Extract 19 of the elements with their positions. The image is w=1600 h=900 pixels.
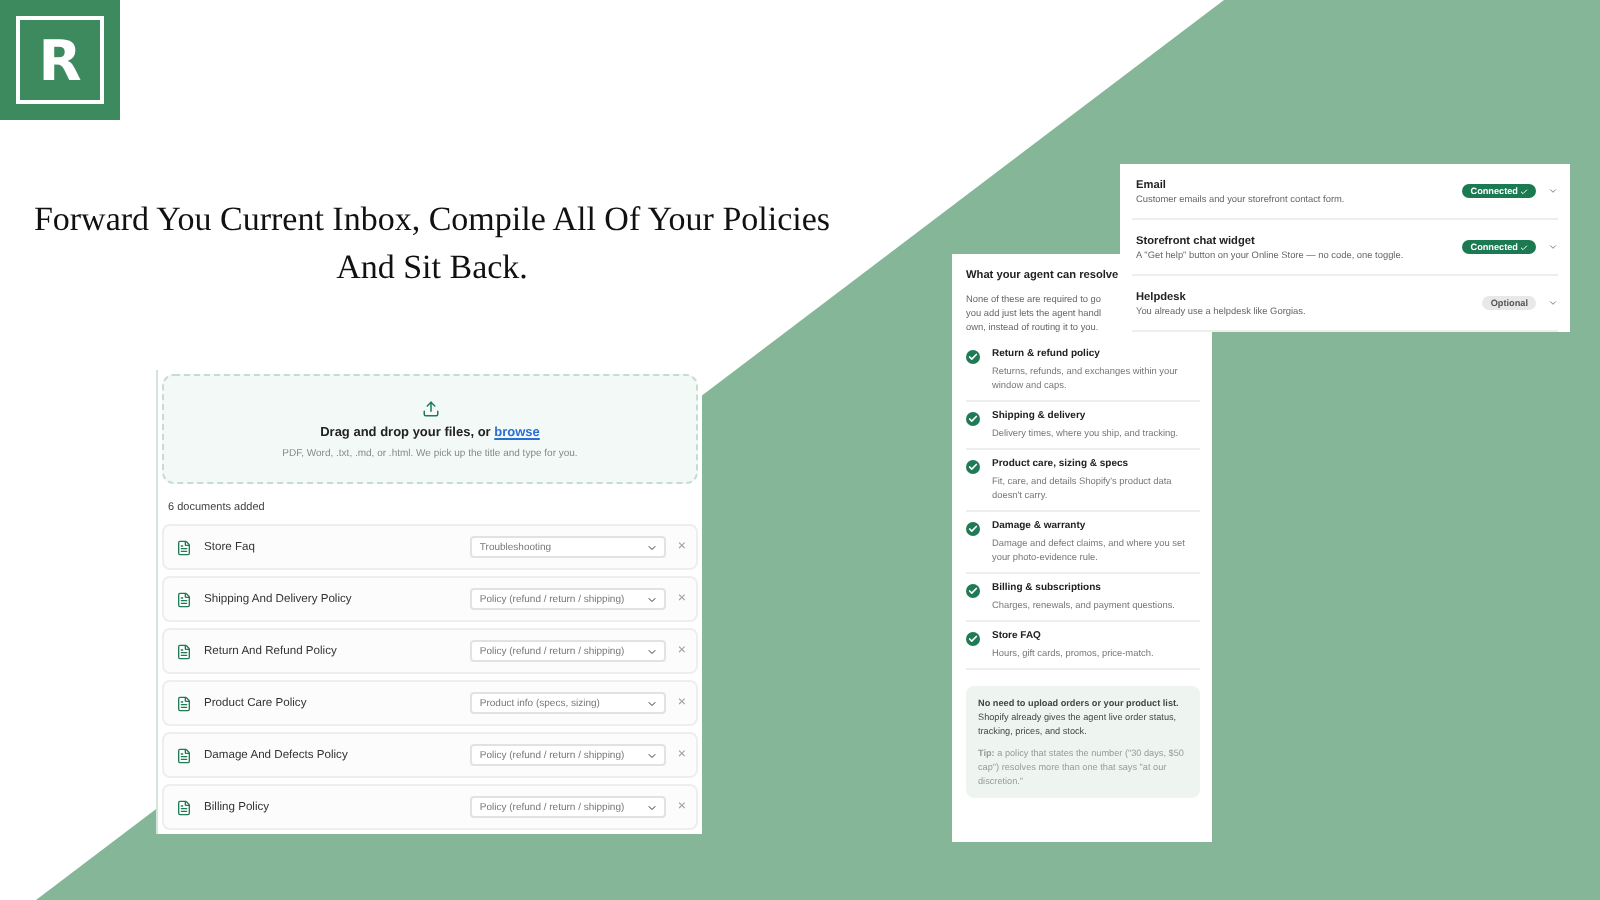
logo: R bbox=[0, 0, 120, 120]
chevron-icon bbox=[645, 593, 658, 605]
chevron-icon bbox=[645, 801, 658, 813]
document-icon bbox=[176, 695, 192, 711]
chevron-icon bbox=[645, 749, 658, 761]
document-icon bbox=[176, 643, 192, 659]
document-icon bbox=[176, 747, 192, 763]
headline: Forward You Current Inbox, Compile All Of Your Policies bbox=[33, 200, 831, 240]
upload-icon bbox=[421, 399, 439, 417]
headline: And Sit Back. bbox=[336, 248, 528, 288]
chevron-icon bbox=[645, 541, 658, 553]
chevron-icon[interactable] bbox=[1548, 242, 1558, 252]
document-icon bbox=[176, 539, 192, 555]
chevron-icon bbox=[645, 697, 658, 709]
document-icon bbox=[176, 799, 192, 815]
document-icon bbox=[176, 591, 192, 607]
chevron-icon bbox=[645, 645, 658, 657]
chevron-icon[interactable] bbox=[1548, 186, 1558, 196]
chevron-icon[interactable] bbox=[1548, 298, 1558, 308]
